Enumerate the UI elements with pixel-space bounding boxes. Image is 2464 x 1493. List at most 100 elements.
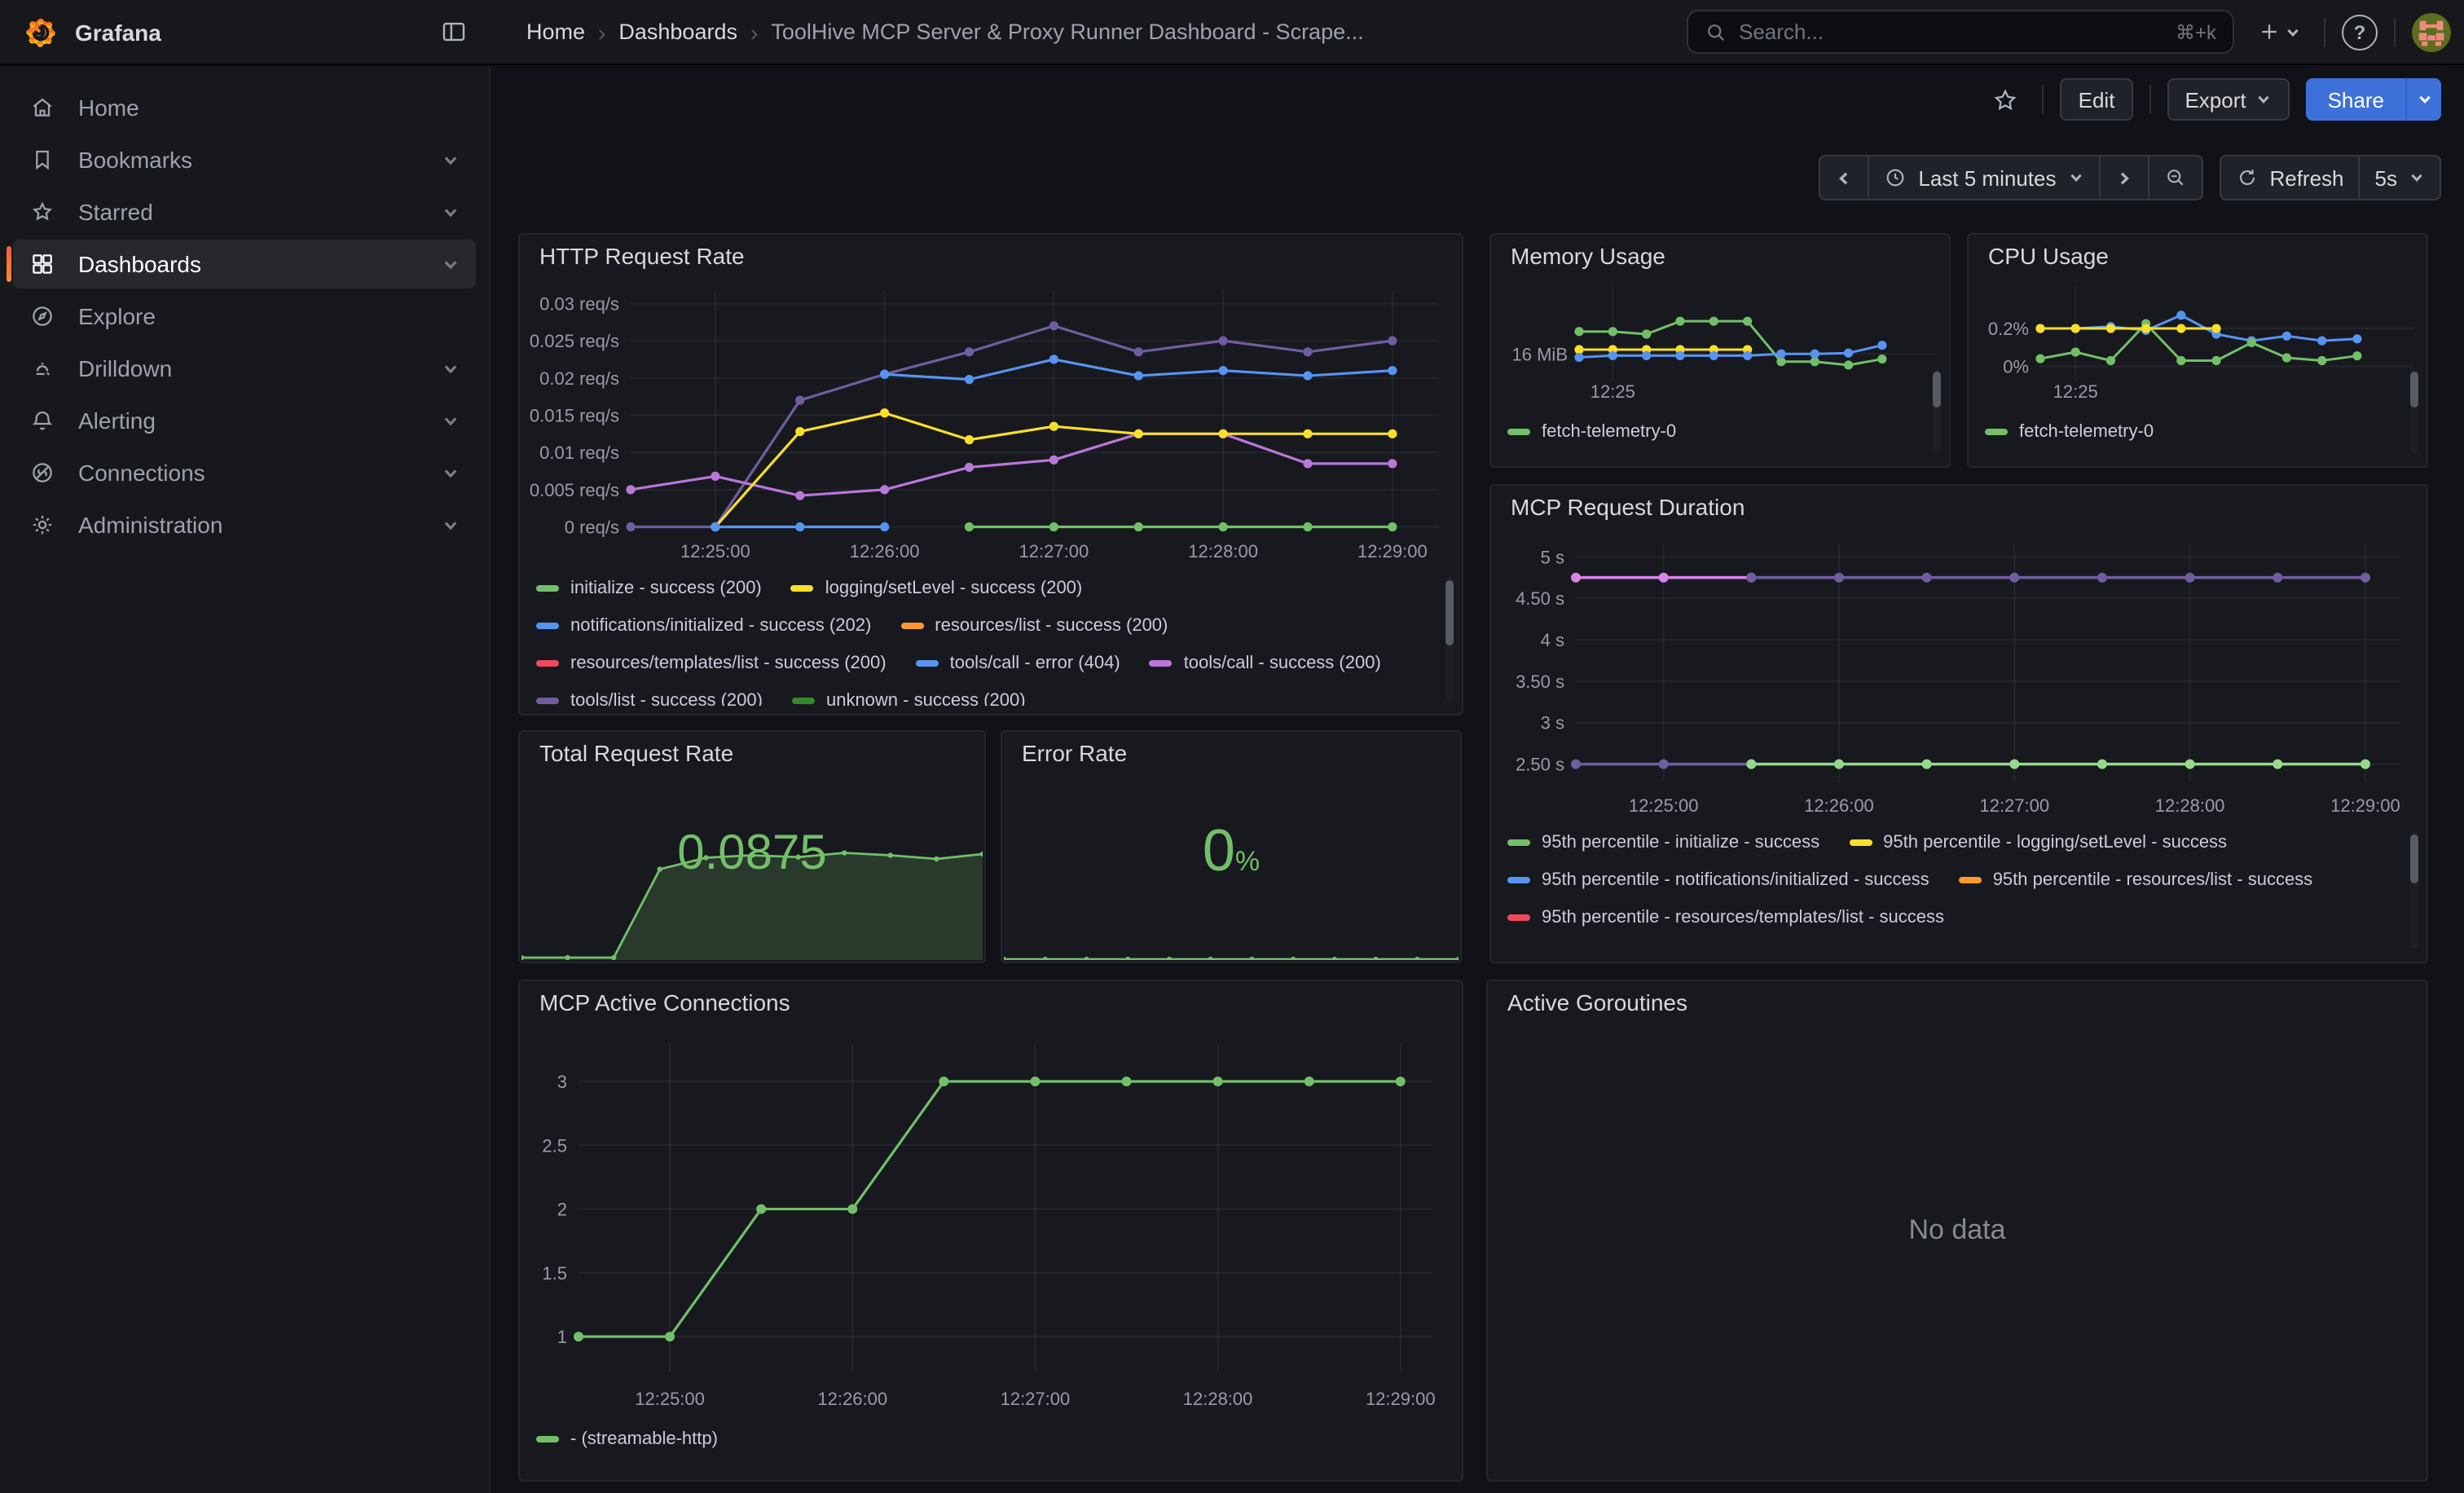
panel-title[interactable]: HTTP Request Rate: [520, 235, 1462, 277]
legend-scrollbar[interactable]: [2410, 368, 2418, 453]
mcp-active-connections-chart[interactable]: 12:25:0012:26:0012:27:0012:28:0012:29:00…: [530, 1027, 1452, 1415]
legend-item[interactable]: 95th percentile - resources/list - succe…: [1959, 869, 2313, 892]
panel-title[interactable]: Active Goroutines: [1488, 981, 2427, 1024]
panel-title[interactable]: CPU Usage: [1969, 235, 2427, 277]
search-input[interactable]: [1739, 20, 2164, 44]
legend-item[interactable]: tools/call - error (404): [916, 652, 1120, 675]
sidebar-item-home[interactable]: Home: [13, 83, 476, 132]
svg-text:12:25:00: 12:25:00: [680, 541, 750, 562]
legend-item[interactable]: 95th percentile - notifications/initiali…: [1507, 869, 1929, 892]
legend-item[interactable]: 95th percentile - logging/setLevel - suc…: [1849, 831, 2227, 854]
bookmark-icon: [29, 147, 55, 173]
svg-text:12:28:00: 12:28:00: [1183, 1389, 1253, 1409]
svg-text:12:26:00: 12:26:00: [817, 1389, 887, 1409]
svg-text:0 req/s: 0 req/s: [565, 517, 619, 538]
panel-mcp-active-connections: MCP Active Connections 12:25:0012:26:001…: [518, 980, 1463, 1482]
legend-scrollbar[interactable]: [1933, 368, 1941, 453]
panel-title[interactable]: MCP Request Duration: [1491, 486, 2427, 528]
connections-legend: - (streamable-http): [536, 1425, 1445, 1464]
legend-item[interactable]: 95th percentile - initialize - success: [1507, 831, 1819, 854]
svg-text:3: 3: [557, 1072, 567, 1092]
svg-text:12:29:00: 12:29:00: [2330, 795, 2400, 816]
chevron-down-icon[interactable]: [442, 359, 460, 377]
panel-title[interactable]: Total Request Rate: [520, 732, 984, 774]
svg-text:12:25:00: 12:25:00: [1629, 795, 1699, 816]
search-shortcut: ⌘+k: [2176, 20, 2216, 43]
bell-icon: [29, 407, 55, 434]
http-legend: initialize - success (200) logging/setLev…: [536, 574, 1432, 706]
breadcrumb-home[interactable]: Home: [526, 20, 585, 44]
legend-chip: [1507, 839, 1530, 846]
sidebar-item-explore[interactable]: Explore: [13, 292, 476, 341]
chevron-down-icon[interactable]: [442, 516, 460, 534]
panel-title[interactable]: Memory Usage: [1491, 235, 1949, 277]
stat-value: 0.0875: [520, 826, 984, 882]
error-rate-sparkline[interactable]: [1004, 937, 1459, 960]
legend-label: resources/templates/list - success (200): [570, 654, 887, 673]
legend-label: unknown - success (200): [826, 691, 1026, 706]
legend-item[interactable]: tools/call - success (200): [1150, 652, 1381, 675]
sidebar-item-starred[interactable]: Starred: [13, 187, 476, 236]
breadcrumb-current[interactable]: ToolHive MCP Server & Proxy Runner Dashb…: [771, 20, 1363, 44]
legend-chip: [1507, 877, 1530, 883]
sidebar-item-dashboards[interactable]: Dashboards: [13, 240, 476, 288]
legend-chip: [536, 585, 559, 592]
grafana-logo[interactable]: [23, 14, 59, 50]
legend-item[interactable]: initialize - success (200): [536, 577, 762, 600]
legend-label: tools/call - error (404): [950, 654, 1120, 673]
legend-item[interactable]: fetch-telemetry-0: [1507, 421, 1676, 443]
legend-chip: [536, 1436, 559, 1442]
chevron-down-icon[interactable]: [442, 464, 460, 482]
mcp-request-duration-chart[interactable]: 12:25:0012:26:0012:27:0012:28:0012:29:00…: [1501, 531, 2417, 821]
legend-item[interactable]: notifications/initialized - success (202…: [536, 614, 871, 637]
chevron-down-icon[interactable]: [442, 412, 460, 429]
sidebar-item-alerting[interactable]: Alerting: [13, 396, 476, 445]
svg-text:0.025 req/s: 0.025 req/s: [530, 331, 619, 351]
chevron-down-icon[interactable]: [442, 203, 460, 221]
legend-scrollbar[interactable]: [2410, 831, 2418, 949]
panel-title[interactable]: Error Rate: [1002, 732, 1460, 774]
legend-chip: [916, 660, 939, 667]
svg-text:0.015 req/s: 0.015 req/s: [530, 405, 619, 425]
legend-scrollbar[interactable]: [1445, 577, 1454, 701]
legend-item[interactable]: - (streamable-http): [536, 1428, 718, 1451]
sidebar-item-administration[interactable]: Administration: [13, 500, 476, 549]
legend-chip: [791, 585, 814, 592]
help-icon[interactable]: ?: [2342, 14, 2378, 50]
breadcrumb-dashboards[interactable]: Dashboards: [618, 20, 737, 44]
http-request-rate-chart[interactable]: 12:25:0012:26:0012:27:0012:28:0012:29:00…: [530, 280, 1452, 567]
legend-item[interactable]: logging/setLevel - success (200): [791, 577, 1083, 600]
search-box[interactable]: ⌘+k: [1687, 10, 2234, 54]
legend-label: logging/setLevel - success (200): [825, 579, 1083, 598]
plus-icon: [2257, 20, 2281, 44]
svg-text:12:26:00: 12:26:00: [1804, 795, 1874, 816]
sidebar-item-bookmarks[interactable]: Bookmarks: [13, 135, 476, 184]
duration-legend: 95th percentile - initialize - success 95…: [1507, 828, 2397, 953]
legend-label: fetch-telemetry-0: [2019, 422, 2154, 442]
add-new-button[interactable]: [2251, 13, 2308, 51]
legend-label: - (streamable-http): [570, 1429, 718, 1449]
legend-item[interactable]: resources/templates/list - success (200): [536, 652, 887, 675]
chevron-down-icon[interactable]: [442, 151, 460, 169]
dashboards-icon: [29, 251, 55, 277]
legend-item[interactable]: 95th percentile - resources/templates/li…: [1507, 906, 1944, 929]
sidebar-toggle-icon[interactable]: [433, 11, 474, 52]
chevron-down-icon[interactable]: [442, 255, 460, 273]
memory-usage-chart[interactable]: 12:2516 MiB: [1498, 274, 1943, 407]
sidebar-item-connections[interactable]: Connections: [13, 448, 476, 497]
cpu-usage-chart[interactable]: 12:250.2%0%: [1975, 274, 2420, 407]
svg-text:2.5: 2.5: [542, 1135, 567, 1156]
legend-item[interactable]: fetch-telemetry-0: [1985, 421, 2154, 443]
legend-item[interactable]: resources/list - success (200): [900, 614, 1168, 637]
svg-text:0.02 req/s: 0.02 req/s: [539, 368, 619, 389]
sidebar-item-label: Administration: [78, 512, 442, 538]
legend-item[interactable]: tools/list - success (200): [536, 689, 763, 706]
avatar[interactable]: [2412, 12, 2451, 51]
legend-item[interactable]: unknown - success (200): [792, 689, 1026, 706]
panel-title[interactable]: MCP Active Connections: [520, 981, 1462, 1024]
legend-label: fetch-telemetry-0: [1542, 422, 1676, 442]
legend-label: resources/list - success (200): [935, 616, 1168, 636]
sidebar-item-drilldown[interactable]: Drilldown: [13, 344, 476, 393]
legend-label: 95th percentile - initialize - success: [1542, 833, 1819, 852]
svg-text:12:29:00: 12:29:00: [1366, 1389, 1436, 1409]
